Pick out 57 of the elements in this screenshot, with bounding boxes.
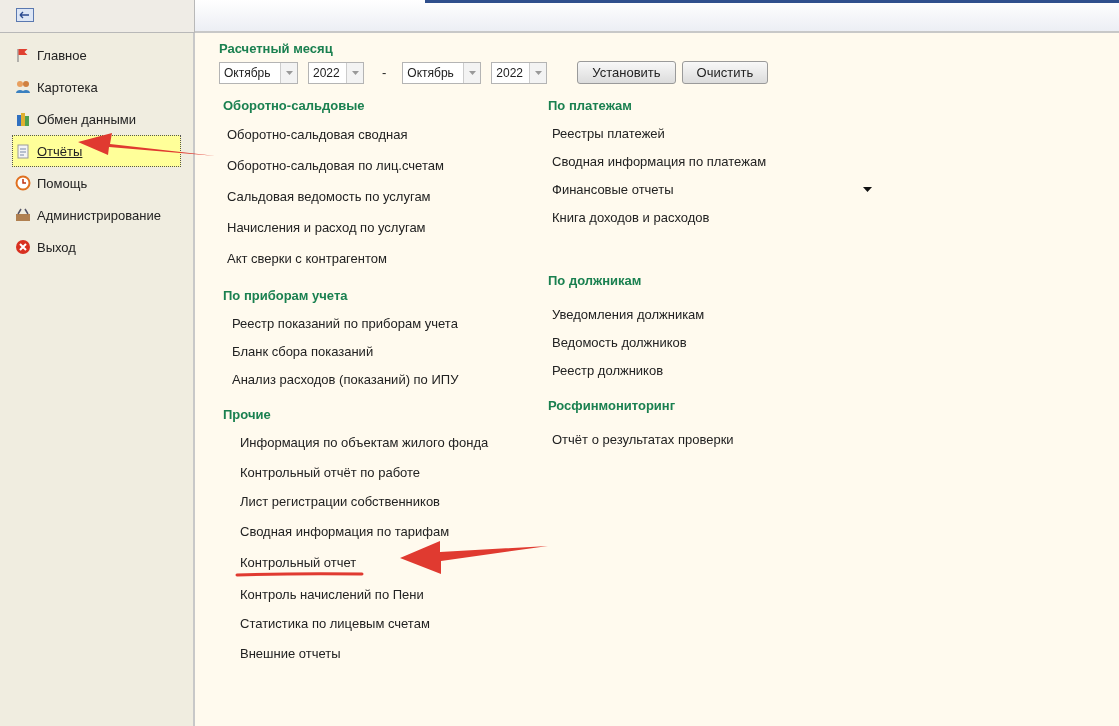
caret-icon [863,186,872,192]
clear-button[interactable]: Очистить [681,61,769,84]
report-link[interactable]: Анализ расходов (показаний) по ИПУ [232,371,459,387]
report-link[interactable]: Информация по объектам жилого фонда [240,435,489,451]
year-dropdown[interactable]: 2022 [491,61,548,84]
report-link[interactable]: Реестр должников [552,362,664,378]
section-title: Оборотно-сальдовые [223,98,365,113]
range-separator: - [382,65,387,80]
close-icon [15,239,31,255]
report-link[interactable]: Реестры платежей [552,125,665,141]
section-title: По приборам учета [223,288,348,303]
report-link[interactable]: Лист регистрации собственников [240,494,441,510]
report-link[interactable]: Акт сверки с контрагентом [227,251,387,266]
caret-icon [285,70,293,75]
report-link[interactable]: Оборотно-сальдовая сводная [227,127,408,142]
year-dropdown[interactable]: 2022 [308,61,364,84]
sidebar-item[interactable]: Выход [12,231,181,263]
clock-icon [15,175,31,191]
report-dropdown[interactable]: Финансовые отчеты [552,172,872,206]
sidebar-item[interactable]: Картотека [12,71,181,103]
report-link[interactable]: Бланк сбора показаний [232,343,374,359]
toolbox-icon [15,207,31,223]
sidebar-item[interactable]: Отчёты [12,135,181,167]
month-dropdown[interactable]: Октябрь [402,61,482,84]
section-title: По платежам [548,98,632,113]
report-link[interactable]: Уведомления должникам [552,306,705,322]
back-icon[interactable] [16,8,34,22]
month-dropdown[interactable]: Октябрь [219,61,298,84]
people-icon [15,79,31,95]
section-title: Росфинмониторинг [548,398,676,413]
report-link[interactable]: Реестр показаний по приборам учета [232,315,458,331]
report-link[interactable]: Ведомость должников [552,334,687,350]
caret-icon [468,70,476,75]
report-link[interactable]: Контрольный отчёт по работе [240,464,421,480]
report-link[interactable]: Контрольный отчет [240,555,357,571]
report-link[interactable]: Книга доходов и расходов [552,209,710,225]
report-link[interactable]: Сводная информация по платежам [552,153,767,169]
report-link[interactable]: Сводная информация по тарифам [240,524,450,540]
report-link[interactable]: Статистика по лицевым счетам [240,616,430,632]
sidebar-item[interactable]: Помощь [12,167,181,199]
books-icon [15,111,31,127]
report-link[interactable]: Оборотно-сальдовая по лиц.счетам [227,158,444,173]
section-title: Прочие [223,407,271,422]
sidebar-item[interactable]: Администрирование [12,199,181,231]
document-icon [15,143,31,159]
sidebar-item[interactable]: Главное [12,39,181,71]
report-link[interactable]: Начисления и расход по услугам [227,220,426,235]
section-title: По должникам [548,273,642,288]
report-link[interactable]: Отчёт о результатах проверки [552,431,734,447]
sidebar-item[interactable]: Обмен данными [12,103,181,135]
caret-icon [351,70,359,75]
set-button[interactable]: Установить [577,61,676,84]
report-link[interactable]: Внешние отчеты [240,645,341,661]
report-link[interactable]: Сальдовая ведомость по услугам [227,189,431,204]
section-title: Расчетный месяц [219,41,333,56]
caret-icon [534,70,542,75]
report-link[interactable]: Контроль начислений по Пени [240,586,424,602]
